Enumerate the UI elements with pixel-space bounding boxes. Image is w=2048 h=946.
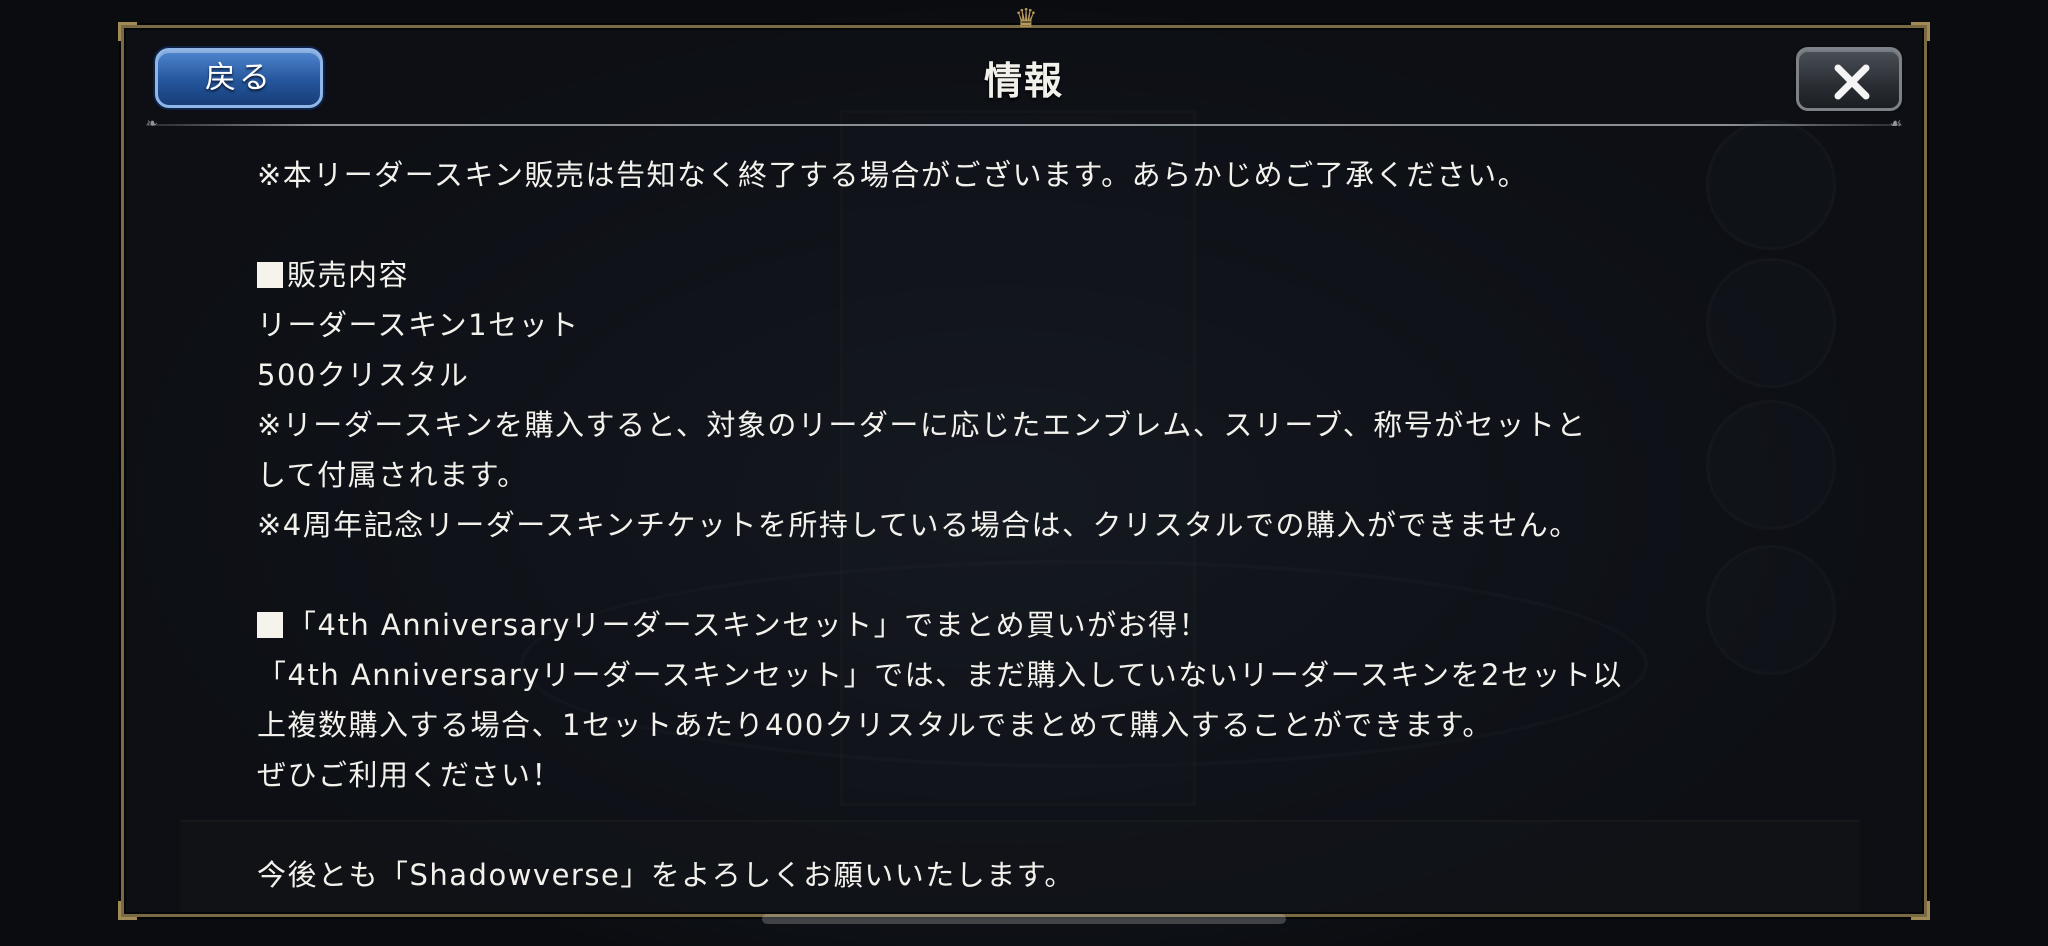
close-button[interactable] (1796, 47, 1902, 111)
dialog-corner-ornament (118, 901, 137, 920)
bundle-note-text-cont: して付属されます。 (257, 458, 528, 492)
closing-text: 今後とも「Shadowverse」をよろしくお願いいたします。 (257, 858, 1075, 892)
dialog-corner-ornament (1911, 901, 1930, 920)
sale-heading-text: 販売内容 (287, 258, 410, 292)
set-heading-text: 「4th Anniversaryリーダースキンセット」でまとめ買いがお得！ (287, 608, 1210, 642)
notice-text: ※本リーダースキン販売は告知なく終了する場合がございます。あらかじめご了承くださ… (257, 158, 1529, 192)
dialog-header: 戻る 情報 ❧ ☙ (124, 28, 1924, 131)
close-icon (1834, 64, 1870, 100)
set-description-text: 「4th Anniversaryリーダースキンセット」では、まだ購入していないリ… (257, 658, 1623, 692)
header-divider (146, 124, 1902, 126)
divider-ornament-icon: ❧ (146, 116, 158, 132)
game-screen: ♛ 戻る 情報 ❧ ☙ ※本リーダースキン販売は告知なく終了する場合がございます… (0, 0, 2048, 946)
sale-heading: 販売内容 (257, 250, 1817, 300)
square-bullet-icon (257, 262, 283, 288)
set-heading: 「4th Anniversaryリーダースキンセット」でまとめ買いがお得！ (257, 600, 1817, 650)
info-body: ※本リーダースキン販売は告知なく終了する場合がございます。あらかじめご了承くださ… (257, 150, 1817, 900)
info-dialog: ♛ 戻る 情報 ❧ ☙ ※本リーダースキン販売は告知なく終了する場合がございます… (118, 6, 1930, 920)
price-text: 500クリスタル (257, 358, 470, 392)
divider-ornament-icon: ☙ (1889, 116, 1902, 132)
item-name-text: リーダースキン1セット (257, 308, 580, 342)
square-bullet-icon (257, 612, 283, 638)
ticket-note-text: ※4周年記念リーダースキンチケットを所持している場合は、クリスタルでの購入ができ… (257, 508, 1580, 542)
home-indicator[interactable] (762, 914, 1286, 924)
set-description-text-end: ぜひご利用ください！ (257, 758, 563, 792)
dialog-title: 情報 (983, 58, 1064, 103)
set-description-text-cont: 上複数購入する場合、1セットあたり400クリスタルでまとめて購入することができま… (257, 708, 1493, 742)
bundle-note-text: ※リーダースキンを購入すると、対象のリーダーに応じたエンブレム、スリーブ、称号が… (257, 408, 1587, 442)
